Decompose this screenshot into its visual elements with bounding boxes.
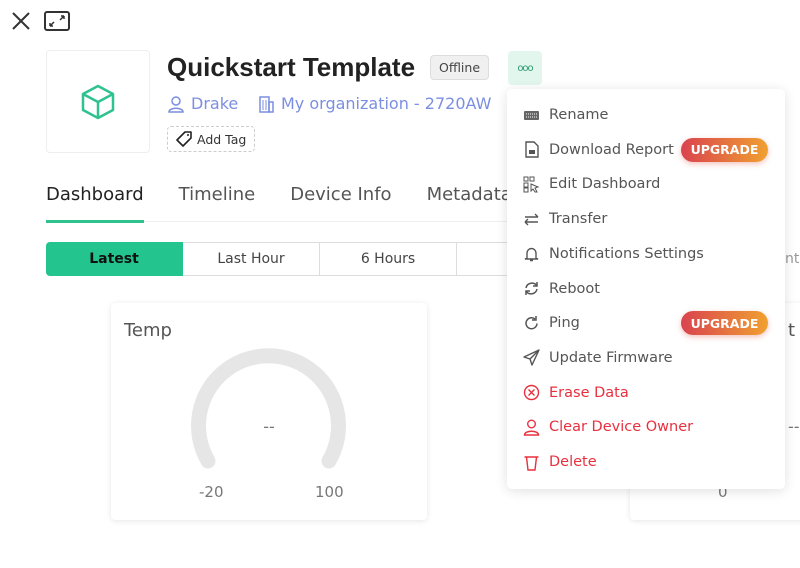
tab-timeline[interactable]: Timeline (179, 184, 256, 222)
menu-item-label: Notifications Settings (549, 245, 704, 262)
menu-item-notifications-settings[interactable]: Notifications Settings (523, 239, 773, 269)
status-badge: Offline (430, 55, 490, 80)
add-tag-label: Add Tag (197, 131, 247, 147)
transfer-icon (524, 213, 539, 226)
gauge-value: -- (263, 417, 275, 436)
tab-device-info[interactable]: Device Info (290, 184, 391, 222)
upgrade-badge[interactable]: UPGRADE (681, 137, 768, 162)
cube-icon (81, 84, 115, 119)
add-tag-button[interactable]: Add Tag (167, 126, 256, 152)
menu-item-label: Update Firmware (549, 349, 673, 366)
menu-item-clear-device-owner[interactable]: Clear Device Owner (523, 412, 773, 442)
range-partial-right[interactable]: nth (785, 251, 800, 267)
device-actions-menu: Rename Download Report UPGRADE Edit Dashboa… (507, 89, 785, 489)
menu-item-label: Reboot (549, 280, 600, 297)
menu-item-label: Ping (549, 315, 580, 332)
owner-link[interactable]: Drake (167, 94, 238, 113)
keyboard-icon (524, 110, 539, 120)
menu-item-label: Download Report (549, 141, 674, 158)
collapse-icon[interactable] (44, 11, 70, 31)
circle-x-icon (523, 384, 540, 401)
menu-item-rename[interactable]: Rename (523, 100, 773, 130)
tab-bar: Dashboard Timeline Device Info Metadata (46, 184, 516, 223)
range-6-hours[interactable]: 6 Hours (320, 242, 457, 276)
gauge-value: -- (788, 417, 800, 436)
bell-icon (524, 248, 539, 262)
menu-item-label: Clear Device Owner (549, 419, 694, 436)
close-icon[interactable] (10, 10, 32, 32)
reboot-icon (525, 282, 538, 295)
menu-item-transfer[interactable]: Transfer (523, 204, 773, 234)
device-logo (46, 50, 150, 153)
tab-dashboard[interactable]: Dashboard (46, 184, 144, 223)
building-icon (259, 95, 274, 113)
menu-item-label: Transfer (549, 211, 608, 228)
owner-name: Drake (191, 94, 239, 113)
menu-item-delete[interactable]: Delete (523, 447, 773, 477)
more-options-button[interactable]: ooo (508, 51, 542, 85)
tag-icon (176, 131, 192, 147)
tab-metadata[interactable]: Metadata (427, 184, 512, 222)
menu-item-label: Erase Data (549, 384, 629, 401)
gauge-min: -20 (199, 483, 224, 501)
ping-icon (525, 315, 538, 330)
gauge-arc (191, 348, 346, 469)
menu-item-label: Rename (549, 107, 609, 123)
menu-item-label: Edit Dashboard (549, 176, 661, 193)
widget-title: t (788, 320, 796, 341)
menu-item-edit-dashboard[interactable]: Edit Dashboard (523, 169, 773, 199)
user-icon (523, 419, 540, 436)
range-latest[interactable]: Latest (46, 242, 183, 276)
trash-icon (524, 455, 539, 471)
range-last-hour[interactable]: Last Hour (183, 242, 320, 276)
menu-item-erase-data[interactable]: Erase Data (523, 378, 773, 408)
upgrade-badge[interactable]: UPGRADE (681, 311, 768, 336)
organization-name: My organization - 2720AW (281, 94, 492, 113)
device-title: Quickstart Template (167, 52, 416, 82)
temp-gauge-widget: Temp -- -20 100 (111, 303, 427, 520)
organization-link[interactable]: My organization - 2720AW (257, 94, 491, 113)
gauge-max: 100 (315, 483, 344, 501)
user-icon (168, 95, 184, 113)
menu-item-reboot[interactable]: Reboot (523, 274, 773, 304)
edit-dashboard-icon (523, 176, 540, 193)
paper-plane-icon (523, 349, 540, 367)
menu-item-label: Delete (549, 454, 597, 470)
menu-item-update-firmware[interactable]: Update Firmware (523, 343, 773, 373)
report-icon (525, 141, 539, 158)
